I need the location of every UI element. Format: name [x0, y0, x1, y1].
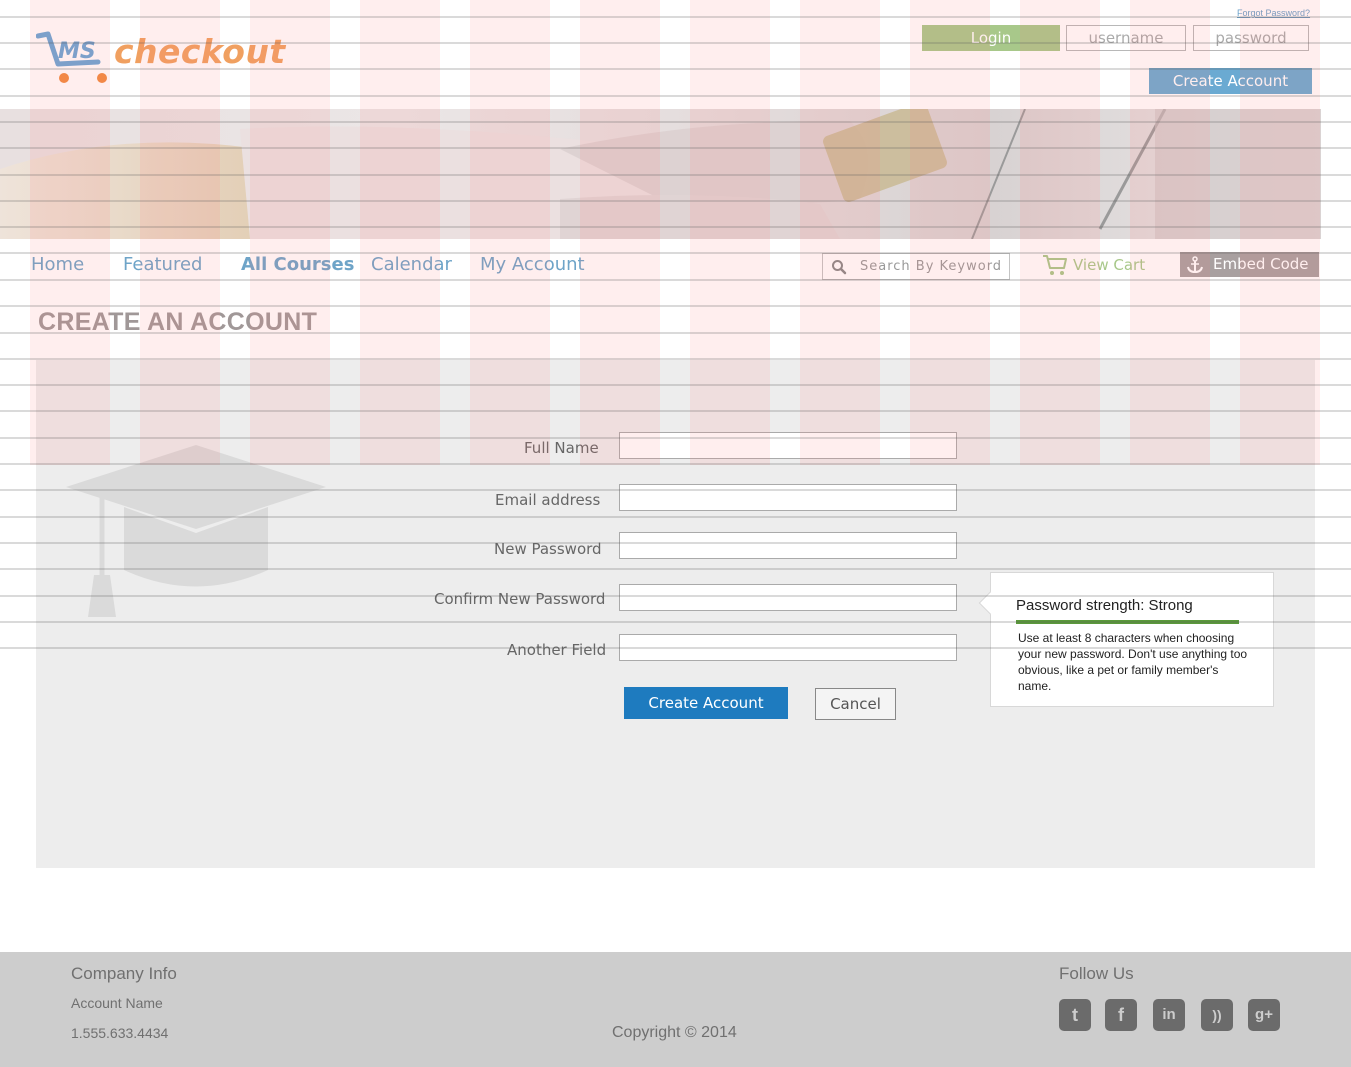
phone-number: 1.555.633.4434 [71, 1025, 169, 1041]
cart-icon [1043, 255, 1067, 275]
search-placeholder: Search By Keyword [860, 259, 1003, 274]
twitter-icon[interactable]: t [1059, 999, 1091, 1031]
company-info-heading: Company Info [71, 964, 177, 983]
anchor-icon [1187, 256, 1203, 274]
full-name-label: Full Name [524, 439, 599, 457]
create-account-button[interactable]: Create Account [624, 687, 788, 719]
rss-icon[interactable]: )) [1201, 999, 1233, 1031]
username-input[interactable]: username [1066, 25, 1186, 51]
nav-all-courses[interactable]: All Courses [241, 254, 354, 275]
nav-featured[interactable]: Featured [123, 254, 202, 275]
search-input[interactable]: Search By Keyword [822, 253, 1010, 280]
create-account-header-button[interactable]: Create Account [1149, 68, 1312, 94]
full-name-input[interactable] [619, 432, 957, 459]
linkedin-icon[interactable]: in [1153, 999, 1185, 1031]
new-password-label: New Password [494, 540, 602, 558]
logo-cart-icon: MS [36, 31, 107, 83]
another-field-label: Another Field [507, 641, 607, 659]
hero-banner [0, 109, 1321, 239]
logo[interactable]: MS checkout [36, 30, 296, 88]
password-strength-hint: Use at least 8 characters when choosing … [1018, 631, 1248, 693]
login-button[interactable]: Login [922, 25, 1060, 51]
google-plus-icon[interactable]: g+ [1248, 999, 1280, 1031]
password-input[interactable]: password [1193, 25, 1309, 51]
nav-home[interactable]: Home [31, 254, 84, 275]
svg-text:MS: MS [58, 39, 96, 64]
nav-calendar[interactable]: Calendar [371, 254, 452, 275]
confirm-password-label: Confirm New Password [434, 590, 606, 608]
banner-image [0, 109, 1321, 239]
page-title: CREATE AN ACCOUNT [38, 308, 318, 336]
another-field-input[interactable] [619, 634, 957, 661]
password-strength-title: Password strength: Strong [1016, 597, 1193, 614]
nav-my-account[interactable]: My Account [480, 254, 585, 275]
password-strength-tooltip: Password strength: Strong Use at least 8… [978, 572, 1274, 707]
email-label: Email address [495, 491, 601, 509]
cancel-button[interactable]: Cancel [815, 688, 896, 720]
confirm-password-input[interactable] [619, 584, 957, 611]
new-password-input[interactable] [619, 532, 957, 559]
graduation-cap-icon [66, 445, 326, 617]
follow-us-heading: Follow Us [1059, 964, 1134, 983]
footer: Company Info Account Name 1.555.633.4434… [0, 952, 1351, 1067]
view-cart-label: View Cart [1073, 256, 1146, 274]
logo-text: checkout [114, 32, 286, 71]
email-input[interactable] [619, 484, 957, 511]
facebook-icon[interactable]: f [1105, 999, 1137, 1031]
copyright: Copyright © 2014 [612, 1024, 737, 1041]
embed-code-label: Embed Code [1213, 255, 1309, 273]
embed-code-button[interactable]: Embed Code [1180, 252, 1319, 277]
password-strength-bar [1016, 620, 1239, 624]
forgot-password-link[interactable]: Forgot Password? [1237, 8, 1310, 18]
search-icon [832, 260, 847, 275]
account-name: Account Name [71, 995, 163, 1011]
